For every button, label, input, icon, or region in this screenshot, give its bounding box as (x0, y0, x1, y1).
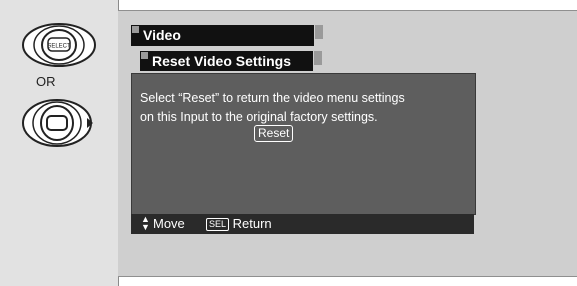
return-hint: Return (232, 216, 272, 231)
reset-button[interactable]: Reset (254, 125, 294, 142)
submenu-title: Reset Video Settings (152, 53, 292, 69)
select-dpad-icon: SELECT (22, 23, 96, 67)
sel-hint: SEL Return (206, 216, 272, 231)
reset-dialog-panel: Select “Reset” to return the video menu … (131, 73, 476, 215)
right-dpad-icon (22, 99, 93, 147)
sel-key-icon: SEL (206, 218, 230, 231)
corner-marker-icon (141, 52, 148, 59)
corner-marker-icon (315, 25, 323, 39)
svg-text:SELECT: SELECT (47, 44, 71, 50)
message-line-1: Select “Reset” to return the video menu … (140, 91, 405, 105)
corner-marker-icon (314, 51, 322, 65)
corner-marker-icon (132, 26, 139, 33)
move-arrows-icon: ▲ ▼ (141, 214, 150, 232)
remote-illustration: SELECT OR (0, 0, 119, 286)
or-label: OR (36, 74, 56, 89)
submenu-title-bar: Reset Video Settings (140, 51, 322, 71)
menu-title-bar: Video (131, 25, 323, 46)
reset-message: Select “Reset” to return the video menu … (140, 89, 470, 127)
menu-footer: ▲ ▼ Move SEL Return (131, 214, 474, 234)
menu-title: Video (143, 27, 181, 43)
tv-screen: Video Reset Video Settings Select “Reset… (118, 10, 577, 277)
message-line-2: on this Input to the original factory se… (140, 110, 378, 124)
move-hint: Move (153, 216, 185, 231)
